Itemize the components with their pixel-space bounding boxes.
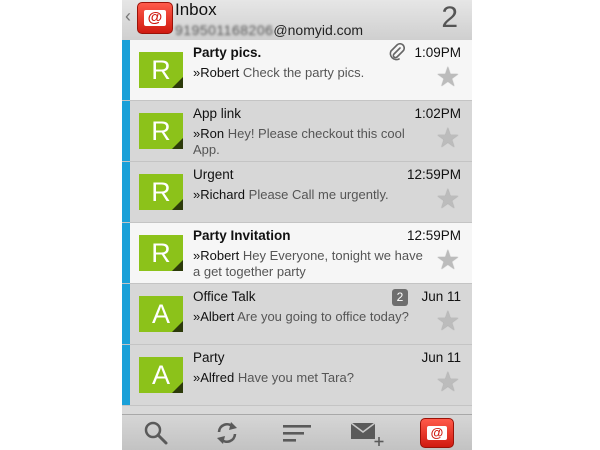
star-icon[interactable]: ★: [436, 308, 460, 335]
avatar: R: [139, 52, 183, 88]
account-color-bar: [122, 40, 130, 100]
message-row[interactable]: A Office Talk Jun 11 »Albert Are you goi…: [122, 284, 472, 345]
message-subject: Office Talk: [193, 289, 256, 304]
app-logo-button[interactable]: @: [137, 2, 173, 34]
message-sender-line: »Alfred Have you met Tara?: [193, 370, 433, 386]
account-color-bar: [122, 162, 130, 222]
account-color-bar: [122, 223, 130, 283]
account-color-bar: [122, 345, 130, 405]
message-list: R Party pics. 1:09PM »Robert Check the p…: [122, 40, 472, 406]
sort-button[interactable]: [277, 419, 317, 447]
message-subject: Urgent: [193, 167, 234, 182]
avatar: A: [139, 357, 183, 393]
star-icon[interactable]: ★: [436, 247, 460, 274]
message-sender: »Richard: [193, 187, 246, 202]
avatar: R: [139, 113, 183, 149]
message-subject: Party: [193, 350, 225, 365]
message-time: 1:09PM: [414, 45, 461, 60]
at-mail-icon: @: [144, 10, 166, 26]
message-row[interactable]: A Party Jun 11 »Alfred Have you met Tara…: [122, 345, 472, 406]
star-icon[interactable]: ★: [436, 64, 460, 91]
avatar-corner-icon: [172, 321, 183, 332]
new-mail-icon: [350, 422, 384, 446]
at-mail-icon: @: [427, 426, 447, 440]
compose-button[interactable]: [347, 419, 387, 447]
message-time: Jun 11: [421, 350, 461, 365]
message-time: Jun 11: [421, 289, 461, 304]
message-preview: Have you met Tara?: [237, 370, 354, 385]
paperclip-icon: [389, 42, 406, 66]
message-time: 1:02PM: [414, 106, 461, 121]
message-preview: Are you going to office today?: [237, 309, 409, 324]
account-email: 919501168206@nomyid.com: [175, 22, 363, 38]
bottom-toolbar: @: [122, 414, 472, 450]
message-subject: App link: [193, 106, 242, 121]
message-subject: Party Invitation: [193, 228, 291, 243]
message-row[interactable]: R Urgent 12:59PM »Richard Please Call me…: [122, 162, 472, 223]
message-sender-line: »Albert Are you going to office today?: [193, 309, 433, 325]
thread-count-badge: 2: [392, 289, 408, 306]
chevron-left-icon[interactable]: ‹: [125, 6, 131, 27]
message-sender: »Robert: [193, 248, 240, 263]
page-title: Inbox: [175, 0, 217, 19]
account-domain: @nomyid.com: [273, 22, 364, 38]
message-row[interactable]: R Party pics. 1:09PM »Robert Check the p…: [122, 40, 472, 101]
account-color-bar: [122, 284, 130, 344]
sort-lines-icon: [283, 425, 311, 442]
avatar: A: [139, 296, 183, 332]
email-app-screen: ‹ @ Inbox 919501168206@nomyid.com 2 R Pa…: [122, 0, 472, 450]
star-icon[interactable]: ★: [436, 186, 460, 213]
avatar-corner-icon: [172, 199, 183, 210]
message-row[interactable]: R App link 1:02PM »Ron Hey! Please check…: [122, 101, 472, 162]
unread-count: 2: [441, 1, 458, 34]
avatar-corner-icon: [172, 77, 183, 88]
accounts-button[interactable]: @: [417, 418, 457, 448]
message-sender-line: »Ron Hey! Please checkout this cool App.: [193, 126, 433, 158]
avatar-corner-icon: [172, 138, 183, 149]
message-sender-line: »Robert Check the party pics.: [193, 65, 433, 81]
star-icon[interactable]: ★: [436, 125, 460, 152]
refresh-icon: [217, 422, 237, 444]
star-icon[interactable]: ★: [436, 369, 460, 396]
message-sender: »Alfred: [193, 370, 235, 385]
message-row[interactable]: R Party Invitation 12:59PM »Robert Hey E…: [122, 223, 472, 284]
message-sender: »Ron: [193, 126, 225, 141]
search-icon: [144, 421, 168, 445]
message-sender: »Robert: [193, 65, 240, 80]
account-color-bar: [122, 101, 130, 161]
message-subject: Party pics.: [193, 45, 262, 60]
message-preview: Hey! Please checkout this cool App.: [193, 126, 405, 157]
avatar: R: [139, 174, 183, 210]
message-time: 12:59PM: [406, 167, 461, 182]
message-preview: Check the party pics.: [242, 65, 365, 80]
app-logo-icon: @: [420, 418, 454, 448]
message-sender-line: »Robert Hey Everyone, tonight we have a …: [193, 248, 433, 280]
account-masked-number: 919501168206: [175, 22, 274, 38]
avatar: R: [139, 235, 183, 271]
message-time: 12:59PM: [406, 228, 461, 243]
inbox-header: ‹ @ Inbox 919501168206@nomyid.com 2: [122, 0, 472, 41]
avatar-corner-icon: [172, 382, 183, 393]
refresh-button[interactable]: [207, 419, 247, 447]
avatar-corner-icon: [172, 260, 183, 271]
message-sender: »Albert: [193, 309, 235, 324]
search-button[interactable]: [136, 419, 176, 447]
message-sender-line: »Richard Please Call me urgently.: [193, 187, 433, 203]
message-preview: Please Call me urgently.: [248, 187, 389, 202]
